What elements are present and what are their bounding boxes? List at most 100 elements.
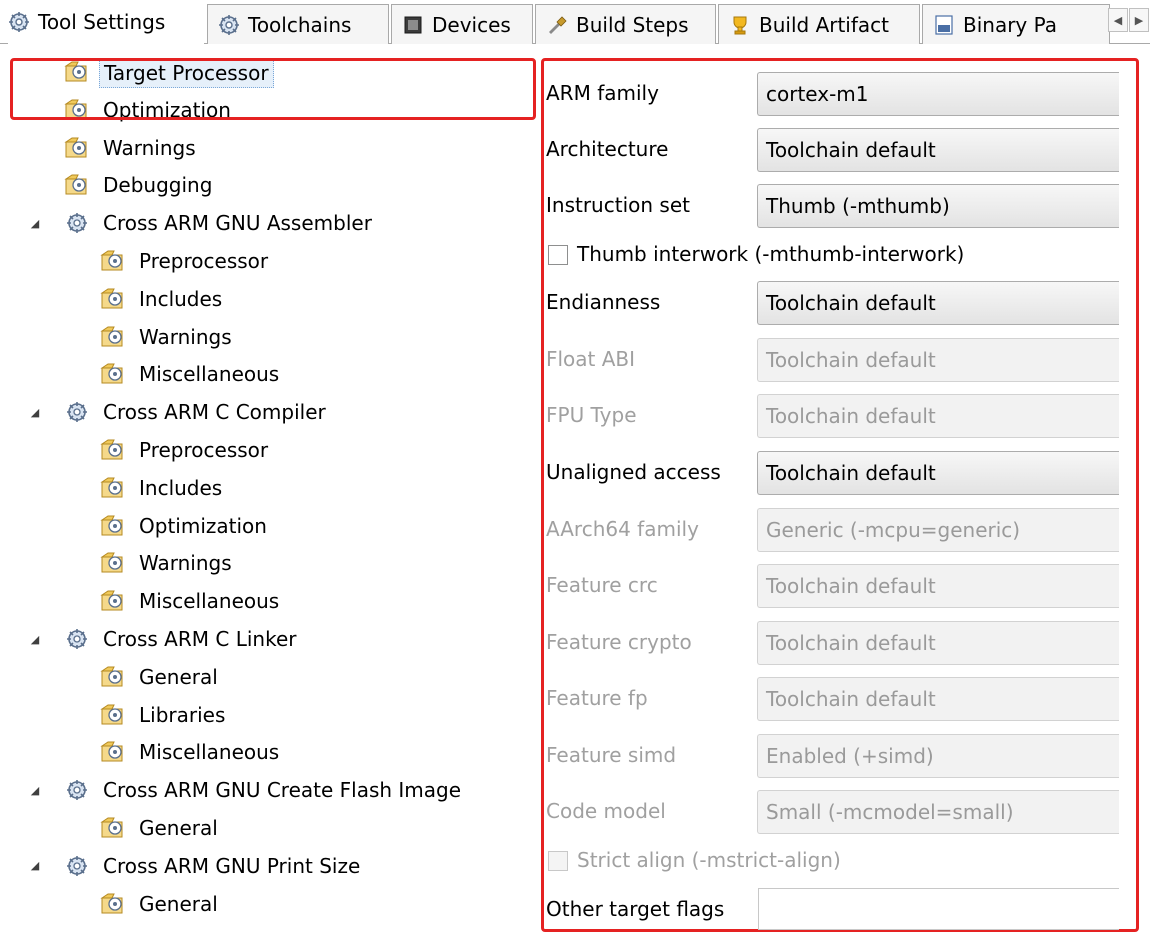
tree-item[interactable]: General	[0, 659, 540, 695]
arm-family-select[interactable]: cortex-m1	[757, 72, 1119, 116]
tree-item-label: Warnings	[139, 324, 232, 349]
feature-crc-label: Feature crc	[546, 573, 658, 597]
unaligned-access-label: Unaligned access	[546, 460, 721, 484]
tab-tool-settings[interactable]: Tool Settings	[8, 0, 204, 44]
feature-crc-select: Toolchain default	[757, 564, 1119, 608]
aarch64-family-select: Generic (-mcpu=generic)	[757, 508, 1119, 552]
fpu-type-label: FPU Type	[546, 403, 637, 427]
tab-bar: Tool Settings Toolchains Devices Build S…	[0, 0, 1150, 44]
tree-tool-node[interactable]: ◢ Cross ARM GNU Assembler	[0, 205, 540, 241]
endianness-value: Toolchain default	[766, 291, 936, 315]
expand-arrow-icon[interactable]: ◢	[28, 632, 42, 646]
tree-item[interactable]: Miscellaneous	[0, 734, 540, 770]
code-model-select: Small (-mcmodel=small)	[757, 790, 1119, 834]
folder-settings-icon	[100, 552, 123, 573]
build-steps-icon	[549, 15, 567, 34]
build-artifact-icon	[733, 16, 747, 34]
tab-label: Build Artifact	[759, 12, 889, 37]
tree-tool-node[interactable]: ◢ Cross ARM C Compiler	[0, 394, 540, 430]
tab-binary-parsers[interactable]: Binary Pa	[922, 4, 1110, 44]
tree-item-label: Cross ARM C Compiler	[103, 400, 326, 425]
expand-arrow-icon[interactable]: ◢	[28, 405, 42, 419]
tree-item-label: General	[139, 816, 218, 840]
binary-parser-icon	[935, 14, 953, 35]
feature-crc-value: Toolchain default	[766, 574, 936, 598]
tab-scroll-left-button[interactable]: ◀	[1108, 8, 1128, 32]
tree-item-label: Miscellaneous	[139, 589, 280, 614]
tree-item[interactable]: Miscellaneous	[0, 356, 540, 392]
tree-item[interactable]: Warnings	[0, 545, 540, 581]
tree-item[interactable]: Libraries	[0, 697, 540, 733]
folder-settings-icon	[100, 893, 123, 914]
tree-item[interactable]: Warnings	[0, 130, 540, 166]
tool-gear-icon	[67, 629, 87, 649]
tree-item[interactable]: Warnings	[0, 319, 540, 355]
tab-label: Build Steps	[576, 12, 689, 37]
tree-item-label: Cross ARM C Linker	[103, 627, 297, 651]
arm-family-label: ARM family	[546, 81, 659, 105]
feature-fp-value: Toolchain default	[766, 687, 936, 711]
tree-item[interactable]: Optimization	[0, 92, 540, 128]
tab-label: Tool Settings	[38, 10, 166, 34]
tree-item[interactable]: Includes	[0, 470, 540, 506]
expand-arrow-icon[interactable]: ◢	[28, 783, 42, 797]
feature-crypto-value: Toolchain default	[766, 631, 936, 655]
tree-item-label: Includes	[139, 475, 223, 500]
tree-item[interactable]: Debugging	[0, 167, 540, 203]
tree-item[interactable]: Includes	[0, 281, 540, 317]
tab-devices[interactable]: Devices	[391, 4, 533, 44]
unaligned-access-select[interactable]: Toolchain default	[757, 451, 1119, 495]
tree-item[interactable]: General	[0, 886, 540, 922]
tree-item[interactable]: Preprocessor	[0, 243, 540, 279]
folder-settings-icon	[100, 250, 123, 271]
thumb-interwork-mthumb-interwork-checkbox-label[interactable]: Thumb interwork (-mthumb-interwork)	[577, 242, 964, 266]
tree-item-label: Miscellaneous	[139, 740, 280, 765]
tree-item[interactable]: Miscellaneous	[0, 583, 540, 619]
tree-item[interactable]: General	[0, 810, 540, 846]
tree-item[interactable]: Preprocessor	[0, 432, 540, 468]
folder-settings-icon	[100, 666, 123, 687]
folder-settings-icon	[100, 590, 123, 611]
folder-settings-icon	[64, 174, 87, 195]
expand-arrow-icon[interactable]: ◢	[28, 216, 42, 230]
folder-settings-icon	[100, 439, 123, 460]
tree-tool-node[interactable]: ◢ Cross ARM GNU Create Flash Image	[0, 772, 540, 808]
feature-fp-select: Toolchain default	[757, 677, 1119, 721]
folder-settings-icon	[100, 515, 123, 536]
tab-build-artifact[interactable]: Build Artifact	[718, 4, 920, 44]
tree-tool-node[interactable]: ◢ Cross ARM C Linker	[0, 621, 540, 657]
tree-item[interactable]: Optimization	[0, 508, 540, 544]
feature-crypto-label: Feature crypto	[546, 630, 692, 654]
thumb-interwork-mthumb-interwork-checkbox[interactable]	[548, 245, 568, 265]
tab-scroll-right-button[interactable]: ▶	[1129, 8, 1149, 32]
architecture-value: Toolchain default	[766, 138, 936, 162]
folder-settings-icon	[100, 326, 123, 347]
architecture-select[interactable]: Toolchain default	[757, 128, 1119, 172]
instruction-set-select[interactable]: Thumb (-mthumb)	[757, 184, 1119, 228]
tree-item-label: Optimization	[139, 513, 267, 538]
tree-item-label: Cross ARM GNU Assembler	[103, 211, 372, 236]
tree-tool-node[interactable]: ◢ Cross ARM GNU Print Size	[0, 848, 540, 884]
tree-item-label: Debugging	[103, 173, 213, 198]
folder-settings-icon	[64, 99, 87, 120]
endianness-select[interactable]: Toolchain default	[757, 281, 1119, 325]
folder-settings-icon	[100, 288, 123, 309]
toolchain-gear-icon	[219, 14, 239, 35]
aarch64-family-value: Generic (-mcpu=generic)	[766, 518, 1021, 542]
tree-item[interactable]: Target Processor	[0, 54, 540, 90]
tab-toolchains[interactable]: Toolchains	[207, 4, 389, 44]
float-abi-label: Float ABI	[546, 347, 636, 371]
tool-gear-icon	[67, 213, 87, 234]
tree-item-label: Warnings	[139, 551, 232, 576]
code-model-value: Small (-mcmodel=small)	[766, 800, 1014, 824]
folder-settings-icon	[64, 61, 87, 82]
tree-item-label: General	[139, 891, 218, 916]
other-target-flags-input[interactable]	[758, 888, 1119, 930]
expand-arrow-icon[interactable]: ◢	[28, 859, 42, 873]
folder-settings-icon	[100, 741, 123, 762]
tab-label: Binary Pa	[963, 12, 1058, 37]
tab-build-steps[interactable]: Build Steps	[535, 4, 716, 44]
tree-item-label: Miscellaneous	[139, 362, 280, 387]
folder-settings-icon	[100, 817, 123, 838]
tool-gear-icon	[67, 780, 87, 801]
